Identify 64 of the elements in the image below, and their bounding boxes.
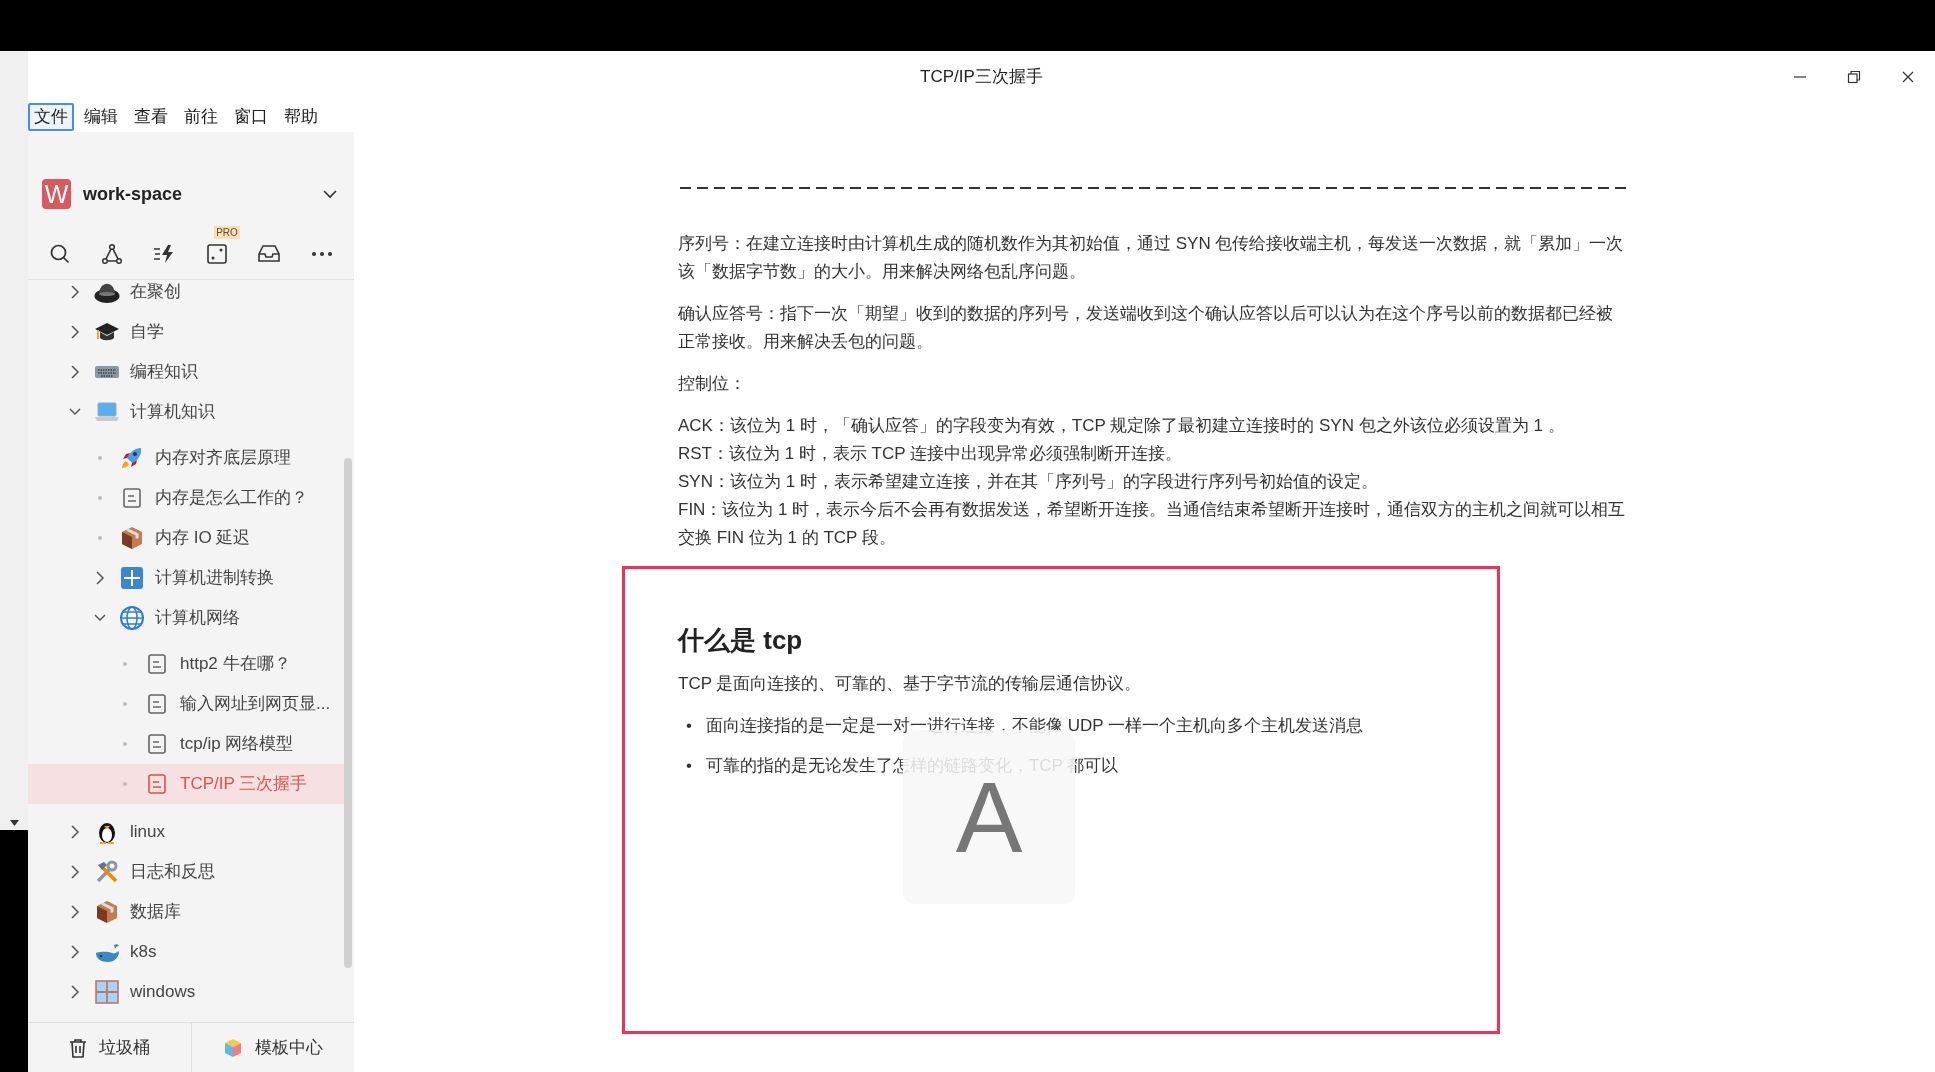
menu-item[interactable]: 帮助 (278, 103, 324, 131)
window-title: TCP/IP三次握手 (920, 65, 1043, 88)
tree-item[interactable]: 计算机进制转换 (28, 558, 344, 598)
tree-item[interactable]: 自学 (28, 312, 344, 352)
paragraph-text: 控制位： (678, 373, 747, 395)
tree-item[interactable]: 计算机知识 (28, 392, 344, 432)
menu-item[interactable]: 编辑 (78, 103, 124, 131)
close-icon (1901, 69, 1915, 84)
pro-badge: PRO (214, 225, 240, 239)
tree-item[interactable]: 内存 IO 延迟 (28, 518, 344, 558)
chevron-right-icon[interactable] (69, 985, 81, 999)
tree-item[interactable]: linux (28, 812, 344, 852)
tree-item[interactable]: http2 牛在哪？ (28, 644, 344, 684)
tree-item[interactable]: tcp/ip 网络模型 (28, 724, 344, 764)
bullet-marker: • (686, 715, 692, 738)
menu-item[interactable]: 文件 (28, 103, 74, 131)
window-icon (94, 979, 120, 1005)
cube-icon (222, 1037, 243, 1058)
trash-icon (68, 1037, 87, 1058)
template-button[interactable]: 模板中心 (190, 1023, 354, 1072)
more-icon (310, 250, 333, 257)
box-icon (94, 899, 120, 925)
chevron-down-icon[interactable] (322, 189, 338, 199)
tree-item[interactable]: 计算机网络 (28, 598, 344, 638)
chevron-right-icon[interactable] (69, 365, 81, 379)
text-line: SYN：该位为 1 时，表示希望建立连接，并在其「序列号」的字段进行序列号初始值的设定。 (678, 471, 1379, 493)
workspace-name[interactable]: work-space (83, 180, 310, 208)
tree-item[interactable]: 编程知识 (28, 352, 344, 392)
menu-item[interactable]: 前往 (178, 103, 224, 131)
chevron-right-icon[interactable] (69, 865, 81, 879)
workspace-logo: W (42, 179, 71, 209)
chevron-right-icon[interactable] (94, 571, 106, 585)
chevron-right-icon[interactable] (69, 285, 81, 299)
chevron-right-icon[interactable] (69, 325, 81, 339)
tree-item[interactable]: 在聚创 (28, 272, 344, 312)
section-heading: 什么是 tcp (678, 625, 804, 657)
chevron-right-icon[interactable] (69, 905, 81, 919)
tree-item[interactable]: windows (28, 972, 344, 1012)
menu-item[interactable]: 查看 (128, 103, 174, 131)
chevron-right-icon[interactable] (69, 945, 81, 959)
trash-button[interactable]: 垃圾桶 (28, 1023, 191, 1072)
scrollbar-thumb[interactable] (344, 458, 352, 968)
globe-icon (119, 605, 145, 631)
tree-item[interactable]: 内存是怎么工作的？ (28, 478, 344, 518)
bullet-marker: • (686, 755, 692, 778)
paragraph-text: TCP 是面向连接的、可靠的、基于字节流的传输层通信协议。 (678, 673, 1143, 696)
restore-icon (1847, 69, 1861, 84)
paragraph-text: 确认应答号：指下一次「期望」收到的数据的序列号，发送端收到这个确认应答以后可以认为在这个序号以前的数据都已经被正常接收。用来解决丢包的问题。 (678, 303, 1614, 353)
menu-item[interactable]: 窗口 (228, 103, 274, 131)
box-icon (119, 525, 145, 551)
tree-item[interactable]: 内存对齐底层原理 (28, 438, 344, 478)
text-line: RST：该位为 1 时，表示 TCP 连接中出现异常必须强制断开连接。 (678, 443, 1184, 465)
tools-icon (94, 859, 120, 885)
caret-icon (9, 819, 20, 827)
tree-item[interactable]: k8s (28, 932, 344, 972)
tree-item[interactable]: 输入网址到网页显... (28, 684, 344, 724)
tree-item[interactable]: 日志和反思 (28, 852, 344, 892)
chevron-right-icon[interactable] (69, 825, 81, 839)
paragraph-text: 序列号：在建立连接时由计算机生成的随机数作为其初始值，通过 SYN 包传给接收端主机，每发送一次数据，就「累加」一次该「数据字节数」的大小。用来解决网络包乱序问题。 (678, 233, 1625, 283)
minimize-icon (1793, 75, 1807, 78)
text-line: FIN：该位为 1 时，表示今后不会再有数据发送，希望断开连接。当通信结束希望断开连接时，通信双方的主机之间就可以相互交换 FIN 位为 1 的 TCP 段。 (678, 499, 1627, 549)
list-item-text: 面向连接指的是一定是一对一进行连接，不能像 UDP 一样一个主机向多个主机发送消息 (705, 715, 1363, 738)
text-line: ACK：该位为 1 时，「确认应答」的字段变为有效，TCP 规定除了最初建立连接时的 SYN 包之外该位必须设置为 1 。 (678, 415, 1566, 437)
tree-item[interactable]: 数据库 (28, 892, 344, 932)
